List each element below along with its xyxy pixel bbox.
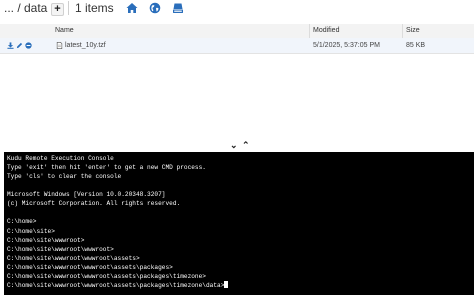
table-row[interactable]: latest_10y.tzf 5/1/2025, 5:37:05 PM 85 K… [0, 38, 474, 54]
add-button[interactable]: + [51, 3, 64, 16]
top-toolbar: ... / data + 1 items [0, 0, 474, 18]
console-line: Microsoft Windows [Version 10.0.20348.32… [7, 191, 166, 199]
column-header-name[interactable]: Name [55, 24, 74, 38]
globe-icon[interactable] [149, 2, 161, 14]
column-header-size[interactable]: Size [406, 24, 420, 38]
console-line: (c) Microsoft Corporation. All rights re… [7, 200, 181, 208]
home-icon[interactable] [126, 2, 138, 14]
file-name-link[interactable]: latest_10y.tzf [65, 38, 106, 53]
plus-icon: + [54, 3, 61, 15]
item-count: 1 items [75, 1, 114, 15]
console-line: C:\home\site\wwwroot\wwwroot\assets> [7, 254, 140, 262]
console-line: C:\home> [7, 218, 37, 226]
edit-icon[interactable] [16, 42, 23, 49]
drive-icon[interactable] [172, 2, 184, 14]
console-line: C:\home\site> [7, 227, 55, 235]
console-line: C:\home\site\wwwroot\wwwroot\assets\pack… [7, 272, 206, 280]
chevron-down-icon[interactable]: ⌄ [230, 140, 238, 150]
file-modified: 5/1/2025, 5:37:05 PM [313, 42, 380, 49]
column-divider [402, 24, 403, 38]
column-divider [309, 24, 310, 38]
delete-icon[interactable] [25, 42, 32, 49]
chevron-up-icon[interactable]: ⌃ [242, 140, 250, 150]
console-line: C:\home\site\wwwroot\wwwroot> [7, 245, 114, 253]
toolbar-divider [68, 1, 69, 15]
console-cursor [224, 280, 229, 288]
console-line: C:\home\site\wwwroot> [7, 236, 85, 244]
console-prompt-line[interactable]: C:\home\site\wwwroot\wwwroot\assets\pack… [7, 280, 471, 290]
column-header-modified[interactable]: Modified [313, 24, 339, 38]
console-line: C:\home\site\wwwroot\wwwroot\assets\pack… [7, 263, 173, 271]
file-size: 85 KB [406, 42, 426, 49]
console-output[interactable]: Kudu Remote Execution Console Type 'exit… [4, 152, 474, 295]
console-line: Type 'cls' to clear the console [7, 173, 122, 181]
breadcrumb[interactable]: ... / data [4, 0, 47, 16]
download-icon[interactable] [7, 42, 14, 49]
table-header: Name Modified Size [0, 24, 474, 39]
file-icon [56, 42, 63, 49]
console-prompt: C:\home\site\wwwroot\wwwroot\assets\pack… [7, 281, 225, 289]
console-line: Kudu Remote Execution Console [7, 155, 114, 162]
pane-splitter[interactable]: ⌄ ⌃ [230, 135, 250, 150]
console-line: Type 'exit' then hit 'enter' to get a ne… [7, 164, 206, 172]
